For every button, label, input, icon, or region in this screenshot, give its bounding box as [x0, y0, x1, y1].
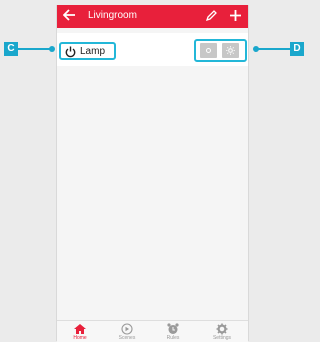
device-row[interactable]: Lamp — [57, 33, 248, 66]
device-name-label: Lamp — [80, 46, 106, 57]
phone-screen: Livingroom Lamp Home Scenes Rules Settin… — [56, 5, 249, 342]
alarm-clock-icon — [167, 323, 179, 334]
device-controls-highlight — [194, 39, 247, 62]
callout-label-c: C — [4, 42, 18, 56]
tab-settings[interactable]: Settings — [202, 321, 242, 342]
home-icon — [74, 324, 86, 334]
tab-home[interactable]: Home — [60, 321, 100, 342]
sun-dim-icon — [206, 48, 211, 53]
tab-label: Settings — [212, 335, 232, 341]
tab-label: Rules — [166, 335, 180, 341]
pencil-icon[interactable] — [205, 9, 219, 23]
off-button[interactable] — [200, 43, 217, 58]
tab-label: Scenes — [118, 335, 136, 341]
on-button[interactable] — [222, 43, 239, 58]
callout-label-d: D — [290, 42, 304, 56]
sun-icon — [226, 46, 235, 55]
callout-line-c — [18, 48, 52, 50]
play-circle-icon — [121, 323, 133, 335]
bottom-tab-bar: Home Scenes Rules Settings — [57, 320, 248, 342]
gear-icon — [216, 323, 228, 335]
tab-label: Home — [73, 335, 87, 341]
power-icon[interactable] — [65, 45, 76, 58]
page-title: Livingroom — [88, 10, 137, 21]
callout-dot-c — [49, 46, 55, 52]
tab-scenes[interactable]: Scenes — [107, 321, 147, 342]
device-name-highlight[interactable]: Lamp — [59, 42, 116, 60]
plus-icon[interactable] — [229, 6, 242, 26]
top-bar: Livingroom — [57, 5, 248, 28]
callout-line-d — [256, 48, 290, 50]
back-arrow-icon[interactable] — [62, 8, 76, 24]
tab-rules[interactable]: Rules — [153, 321, 193, 342]
